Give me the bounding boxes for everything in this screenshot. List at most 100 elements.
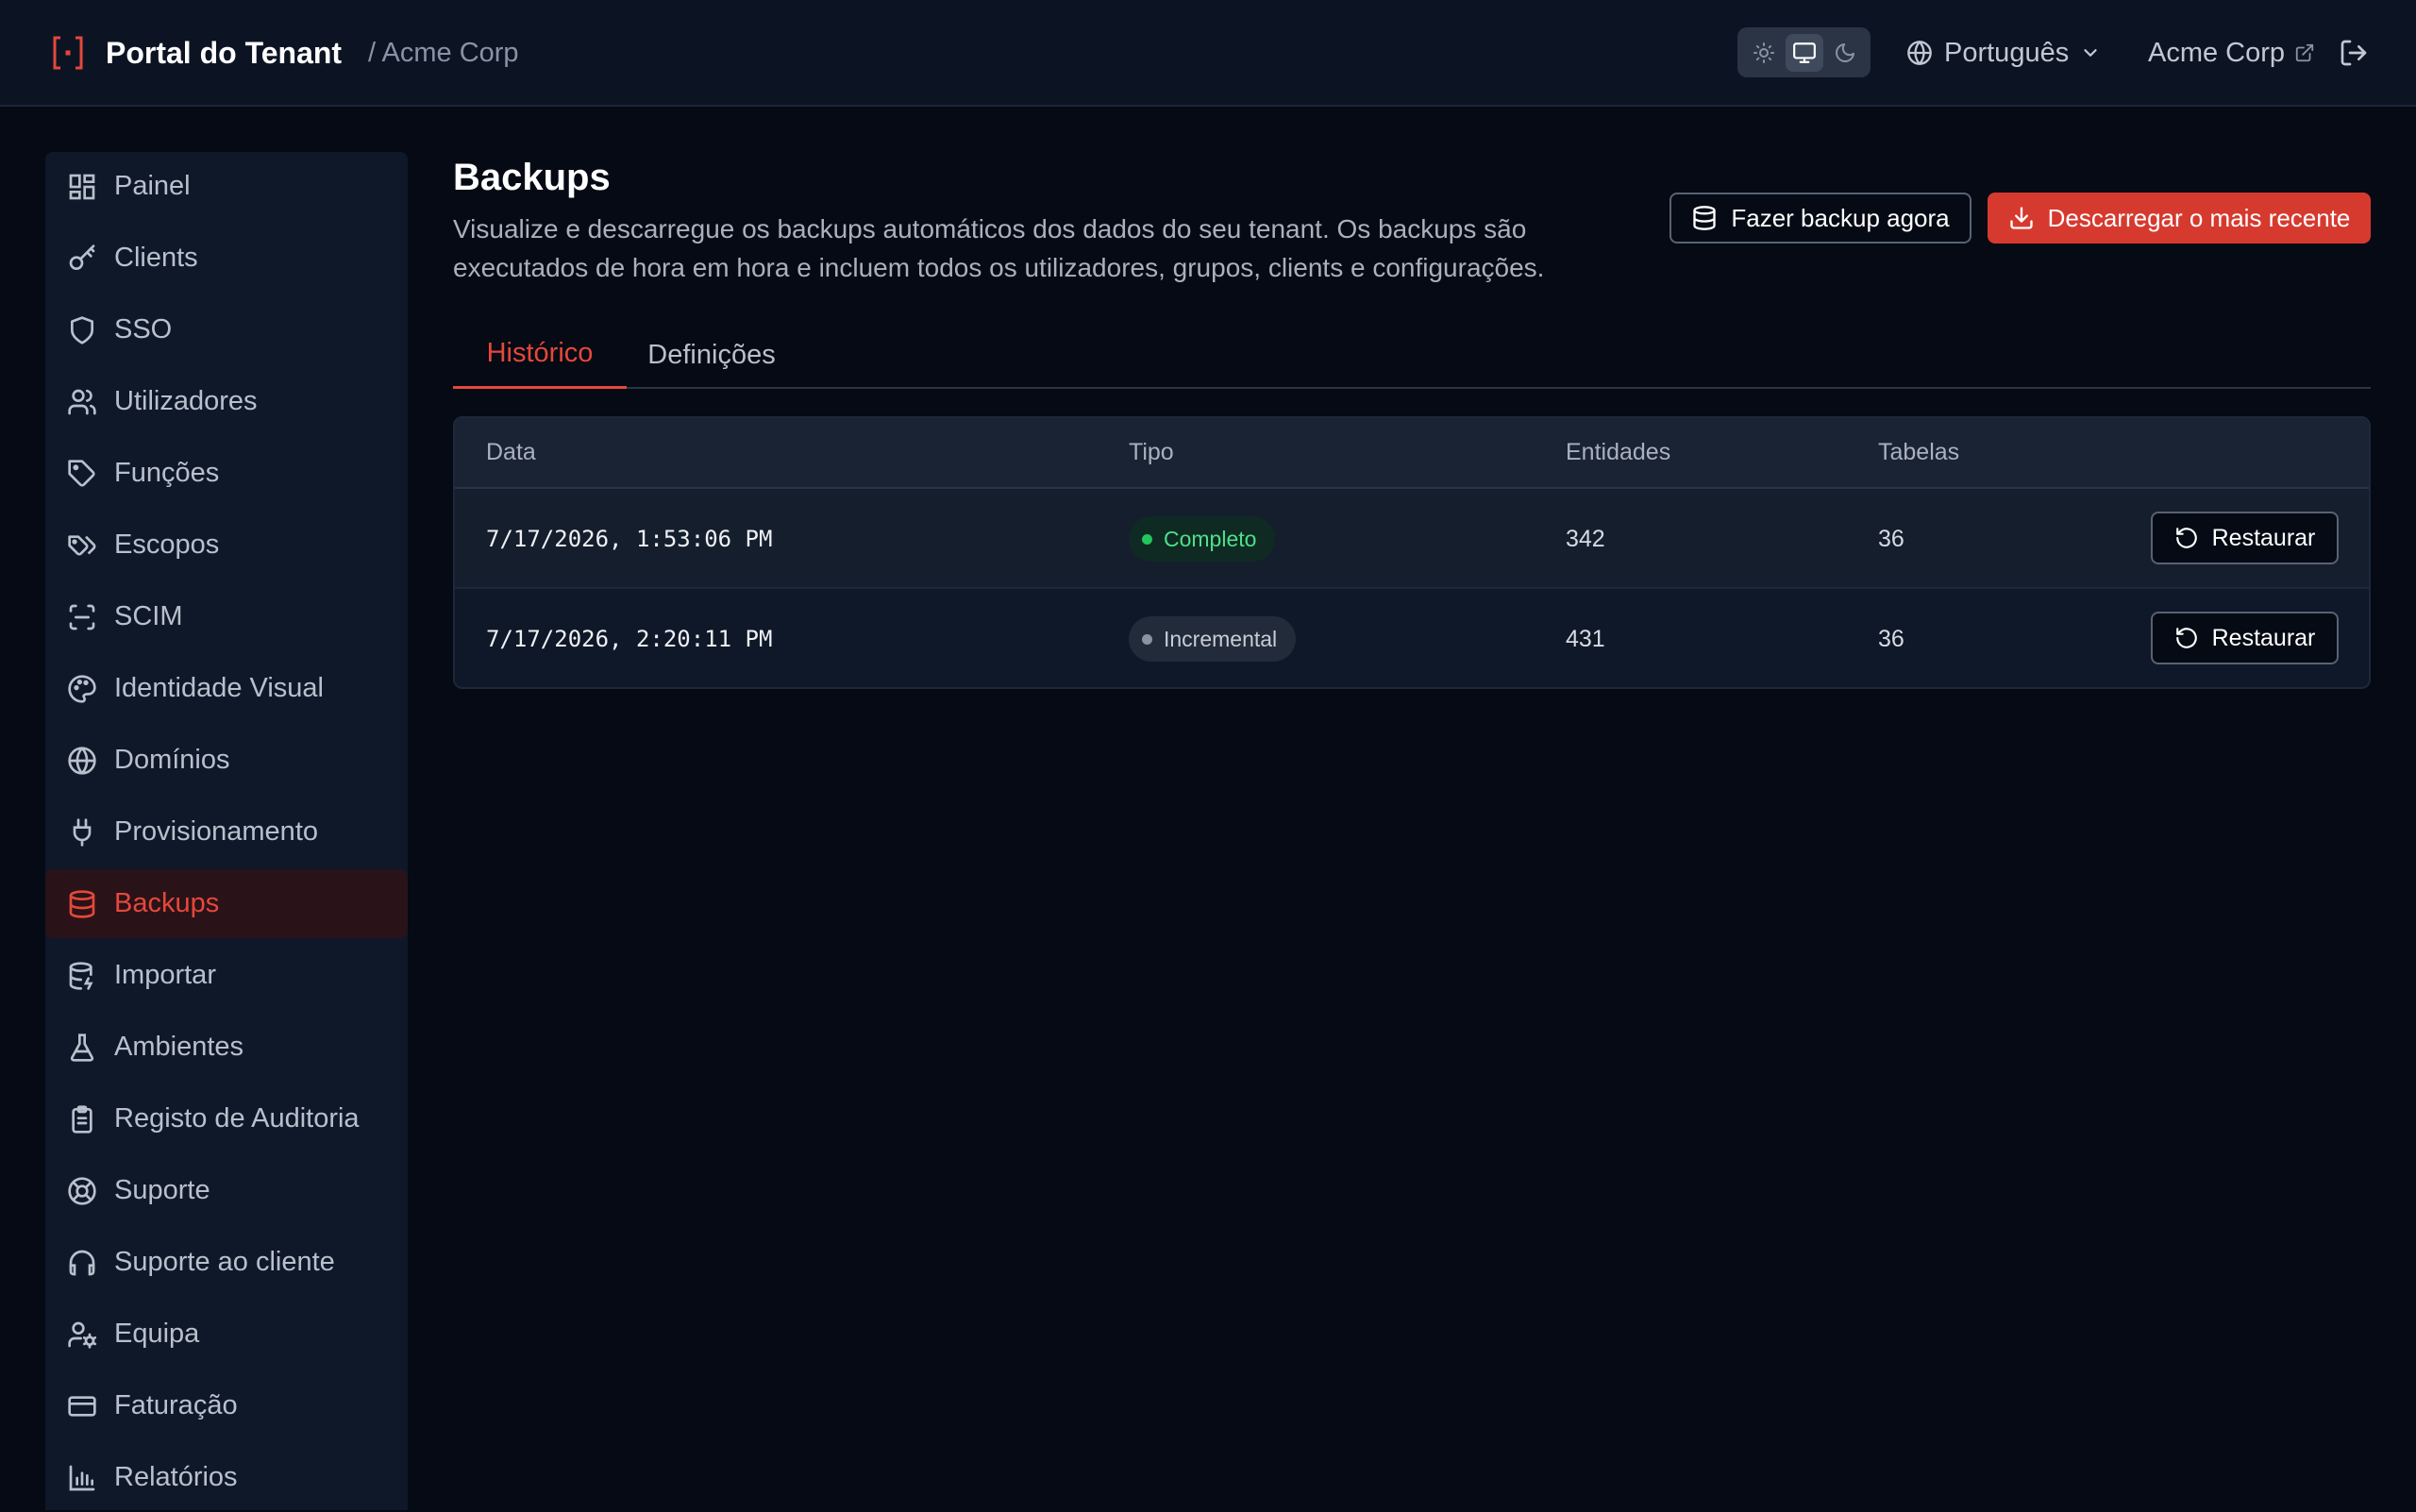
restore-label: Restaurar bbox=[2211, 625, 2316, 651]
status-dot bbox=[1142, 633, 1152, 645]
user-cog-icon bbox=[68, 1321, 97, 1349]
column-header-tipo: Tipo bbox=[1129, 439, 1174, 465]
restore-label: Restaurar bbox=[2211, 525, 2316, 551]
database-import-icon bbox=[69, 961, 93, 990]
entities-count: 431 bbox=[1566, 626, 1605, 652]
theme-system-button[interactable] bbox=[1785, 33, 1823, 72]
sidebar-item-importar[interactable]: Importar bbox=[45, 941, 408, 1010]
sidebar-item-label: Identidade Visual bbox=[114, 673, 324, 703]
database-icon bbox=[69, 889, 95, 918]
sidebar-item-suporte-cliente[interactable]: Suporte ao cliente bbox=[45, 1228, 408, 1297]
theme-light-button[interactable] bbox=[1745, 34, 1783, 72]
globe-icon bbox=[68, 746, 96, 775]
badge-label: Incremental bbox=[1164, 627, 1278, 651]
language-selector[interactable]: Português bbox=[1906, 32, 2101, 74]
column-header-entidades: Entidades bbox=[1566, 439, 1671, 465]
sidebar-item-label: Escopos bbox=[114, 529, 220, 560]
tables-count: 36 bbox=[1878, 626, 1904, 652]
flask-icon bbox=[70, 1033, 94, 1062]
shield-icon bbox=[71, 315, 93, 344]
sidebar-item-label: SCIM bbox=[114, 601, 183, 631]
sidebar-item-label: Utilizadores bbox=[114, 386, 258, 416]
column-header-tabelas: Tabelas bbox=[1878, 439, 1960, 465]
table-row: 7/17/2026, 2:20:11 PM Incremental 431 36… bbox=[455, 589, 2369, 687]
sidebar-item-provisionamento[interactable]: Provisionamento bbox=[45, 798, 408, 866]
sidebar-item-dominios[interactable]: Domínios bbox=[45, 726, 408, 795]
language-label: Português bbox=[1944, 37, 2070, 68]
sidebar-item-label: Backups bbox=[114, 888, 220, 918]
sidebar-item-label: Domínios bbox=[114, 745, 230, 775]
tenant-link-label: Acme Corp bbox=[2148, 37, 2286, 68]
entities-count: 342 bbox=[1566, 526, 1605, 552]
sidebar-item-clients[interactable]: Clients bbox=[45, 224, 408, 293]
tenant-external-link[interactable]: Acme Corp bbox=[2148, 32, 2315, 74]
sidebar-item-label: Importar bbox=[114, 960, 216, 990]
database-icon bbox=[1693, 206, 1717, 230]
sidebar-item-funcoes[interactable]: Funções bbox=[45, 439, 408, 508]
headphones-icon bbox=[69, 1250, 95, 1275]
page-title: Backups bbox=[453, 157, 611, 198]
palette-icon bbox=[68, 674, 96, 703]
download-latest-label: Descarregar o mais recente bbox=[2047, 203, 2351, 232]
theme-dark-button[interactable] bbox=[1826, 34, 1864, 72]
life-buoy-icon bbox=[68, 1176, 96, 1205]
sidebar-item-equipa[interactable]: Equipa bbox=[45, 1300, 408, 1369]
backups-table: Data Tipo Entidades Tabelas 7/17/2026, 1… bbox=[453, 416, 2371, 689]
sidebar-item-label: Equipa bbox=[114, 1319, 200, 1349]
moon-icon bbox=[1835, 42, 1854, 62]
sidebar-item-label: SSO bbox=[114, 314, 173, 344]
sidebar-item-label: Relatórios bbox=[114, 1462, 238, 1492]
backup-now-label: Fazer backup agora bbox=[1731, 203, 1950, 232]
sidebar-item-suporte[interactable]: Suporte bbox=[45, 1156, 408, 1225]
rotate-ccw-icon bbox=[2175, 628, 2197, 648]
sidebar-item-escopos[interactable]: Escopos bbox=[45, 511, 408, 580]
globe-icon bbox=[1907, 41, 1932, 65]
sidebar-item-backups[interactable]: Backups bbox=[45, 869, 408, 938]
sidebar-item-label: Suporte bbox=[114, 1175, 210, 1205]
dashboard-icon bbox=[69, 174, 95, 199]
sidebar-item-label: Provisionamento bbox=[114, 816, 318, 847]
status-badge: Completo bbox=[1129, 516, 1276, 562]
logout-icon[interactable] bbox=[2339, 38, 2369, 68]
tab-historico[interactable]: Histórico bbox=[453, 321, 627, 389]
table-row: 7/17/2026, 1:53:06 PM Completo 342 36 Re… bbox=[455, 489, 2369, 589]
sidebar: Painel Clients SSO Utilizadores Funções … bbox=[45, 152, 408, 1510]
download-icon bbox=[2009, 207, 2033, 229]
sidebar-item-identidade-visual[interactable]: Identidade Visual bbox=[45, 654, 408, 723]
badge-label: Completo bbox=[1164, 527, 1257, 551]
plug-icon bbox=[73, 817, 92, 847]
rotate-ccw-icon bbox=[2175, 528, 2197, 548]
sidebar-item-scim[interactable]: SCIM bbox=[45, 582, 408, 651]
users-icon bbox=[68, 389, 96, 414]
sidebar-item-relatorios[interactable]: Relatórios bbox=[45, 1443, 408, 1512]
tables-count: 36 bbox=[1878, 526, 1904, 552]
breadcrumb[interactable]: / Acme Corp bbox=[368, 32, 519, 74]
status-badge: Incremental bbox=[1129, 616, 1297, 662]
external-link-icon bbox=[2295, 43, 2314, 62]
restore-button[interactable]: Restaurar bbox=[2151, 512, 2339, 564]
sidebar-item-utilizadores[interactable]: Utilizadores bbox=[45, 367, 408, 436]
credit-card-icon bbox=[68, 1395, 96, 1417]
column-header-data: Data bbox=[486, 439, 536, 465]
sidebar-item-label: Faturação bbox=[114, 1390, 238, 1420]
download-latest-button[interactable]: Descarregar o mais recente bbox=[1988, 193, 2371, 244]
clipboard-icon bbox=[72, 1104, 92, 1134]
backup-date: 7/17/2026, 2:20:11 PM bbox=[486, 626, 773, 652]
backup-now-button[interactable]: Fazer backup agora bbox=[1669, 193, 1971, 244]
restore-button[interactable]: Restaurar bbox=[2151, 612, 2339, 664]
table-header: Data Tipo Entidades Tabelas bbox=[455, 418, 2369, 489]
logo-icon bbox=[53, 36, 83, 70]
sidebar-item-label: Suporte ao cliente bbox=[114, 1247, 335, 1277]
sidebar-item-faturacao[interactable]: Faturação bbox=[45, 1371, 408, 1440]
sidebar-item-ambientes[interactable]: Ambientes bbox=[45, 1013, 408, 1082]
sidebar-item-sso[interactable]: SSO bbox=[45, 295, 408, 364]
page-description: Visualize e descarregue os backups autom… bbox=[453, 214, 1545, 282]
tags-icon bbox=[68, 534, 96, 555]
sidebar-item-painel[interactable]: Painel bbox=[45, 152, 408, 221]
chevron-down-icon bbox=[2084, 49, 2097, 57]
sidebar-item-label: Registo de Auditoria bbox=[114, 1103, 360, 1134]
sidebar-item-registo-auditoria[interactable]: Registo de Auditoria bbox=[45, 1084, 408, 1153]
tag-icon bbox=[68, 459, 95, 487]
tab-definicoes[interactable]: Definições bbox=[646, 321, 778, 389]
scan-icon bbox=[69, 604, 95, 630]
